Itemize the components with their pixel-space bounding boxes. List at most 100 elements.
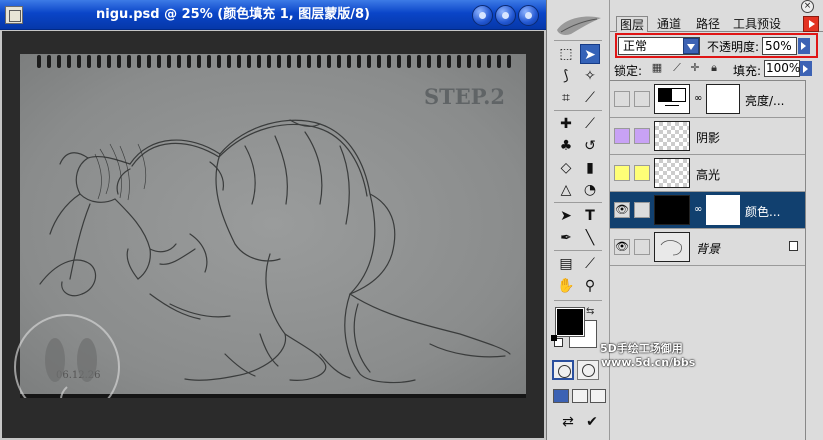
standard-mode-button[interactable] [552, 360, 574, 380]
magic-wand-tool-icon[interactable]: ✧ [580, 66, 600, 86]
layer-thumbnail [654, 158, 690, 188]
healing-brush-tool-icon[interactable]: ✚ [556, 114, 576, 134]
brush-tool-icon[interactable]: ⟋ [580, 114, 600, 134]
tab-paths[interactable]: 路径 [693, 16, 723, 32]
swap-colors-icon[interactable]: ⇆ [586, 306, 594, 317]
layer-mask-thumbnail[interactable] [706, 195, 740, 225]
lock-image-icon[interactable]: ⟋ [671, 62, 683, 74]
layer-name: 亮度/... [745, 94, 785, 108]
layer-link-toggle[interactable] [634, 91, 650, 107]
edit-in-imageready-icon[interactable]: ✔ [582, 412, 602, 432]
palette-menu-button[interactable] [803, 16, 819, 32]
move-tool-icon[interactable]: ➤ [580, 44, 600, 64]
layer-link-toggle[interactable] [634, 165, 650, 181]
minimize-button[interactable] [472, 5, 493, 26]
tab-channels[interactable]: 通道 [654, 16, 684, 32]
zoom-tool-icon[interactable]: ⚲ [580, 276, 600, 296]
layer-row-background[interactable]: 👁︎ 背景 [610, 229, 805, 266]
lock-icon [789, 241, 798, 251]
full-screen-mode-button[interactable] [590, 389, 606, 403]
crop-tool-icon[interactable]: ⌗ [556, 88, 576, 108]
lock-position-icon[interactable]: ✛ [689, 62, 701, 74]
layer-row-brightness[interactable]: ∞ 亮度/... [610, 81, 805, 118]
window-title: nigu.psd @ 25% (颜色填充 1, 图层蒙版/8) [96, 7, 370, 22]
layer-link-toggle[interactable] [634, 239, 650, 255]
mask-link-icon[interactable]: ∞ [694, 204, 702, 215]
toolbox-separator [554, 110, 602, 111]
palette-tabs: 图层 通道 路径 工具预设 [610, 13, 823, 32]
layer-name: 阴影 [696, 131, 721, 145]
fill-input[interactable]: 100% [764, 60, 800, 77]
layer-mask-thumbnail[interactable] [706, 84, 740, 114]
step-label: STEP.2 [424, 84, 506, 109]
quick-mask-mode-button[interactable] [577, 360, 599, 380]
toolbox-separator [554, 250, 602, 251]
mask-link-icon[interactable]: ∞ [694, 93, 702, 104]
lock-label: 锁定: [614, 64, 643, 78]
palette-top-bar[interactable] [610, 0, 823, 13]
layer-name: 颜色... [745, 205, 781, 219]
close-button[interactable] [518, 5, 539, 26]
document-window: nigu.psd @ 25% (颜色填充 1, 图层蒙版/8) STEP.2 0… [0, 0, 546, 440]
fill-slider-arrow[interactable] [800, 61, 812, 76]
layer-row-color-fill[interactable]: 👁︎ ∞ 颜色... [610, 192, 805, 229]
blur-tool-icon[interactable]: △ [556, 180, 576, 200]
layers-scrollbar[interactable] [805, 80, 823, 440]
layer-name: 高光 [696, 168, 721, 182]
opacity-slider-arrow[interactable] [798, 38, 810, 54]
tab-layers[interactable]: 图层 [616, 16, 649, 32]
layer-link-toggle[interactable] [634, 128, 650, 144]
layer-list: ∞ 亮度/... 阴影 高光 👁︎ ∞ 颜色... 👁︎ 背景 [610, 80, 805, 440]
history-brush-tool-icon[interactable]: ↺ [580, 136, 600, 156]
watermark-text: 5D手绘工场御用 [600, 342, 683, 355]
title-bar[interactable]: nigu.psd @ 25% (颜色填充 1, 图层蒙版/8) [0, 0, 546, 30]
eraser-tool-icon[interactable]: ◇ [556, 158, 576, 178]
background-thumbnail [654, 232, 690, 262]
photoshop-document-icon [5, 6, 23, 24]
fill-layer-thumbnail [654, 195, 690, 225]
notes-tool-icon[interactable]: ▤ [556, 254, 576, 274]
jump-to-imageready-icon[interactable]: ⇄ [558, 412, 578, 432]
layer-row-highlight[interactable]: 高光 [610, 155, 805, 192]
lock-all-icon[interactable]: 🔒︎ [708, 62, 720, 74]
eye-icon[interactable]: 👁︎ [614, 202, 630, 218]
full-screen-menu-mode-button[interactable] [572, 389, 588, 403]
blend-mode-dropdown-arrow[interactable] [683, 38, 699, 54]
maximize-button[interactable] [495, 5, 516, 26]
visibility-toggle[interactable] [614, 91, 630, 107]
lasso-tool-icon[interactable]: ⟆ [556, 66, 576, 86]
adjustment-layer-icon [654, 84, 690, 114]
layer-name: 背景 [696, 242, 721, 256]
foreground-color-swatch[interactable] [555, 307, 585, 337]
dodge-tool-icon[interactable]: ◔ [580, 180, 600, 200]
tab-tool-presets[interactable]: 工具预设 [730, 16, 784, 32]
eyedropper-tool-icon[interactable]: ⟋ [580, 254, 600, 274]
toolbox-separator [554, 202, 602, 203]
palette-close-button[interactable]: × [801, 0, 814, 13]
layer-thumbnail [654, 121, 690, 151]
slice-tool-icon[interactable]: ⟋ [580, 88, 600, 108]
eye-icon[interactable]: 👁︎ [614, 239, 630, 255]
watermark-url: www.5d.cn/bbs [601, 356, 696, 369]
visibility-toggle[interactable] [614, 128, 630, 144]
gradient-tool-icon[interactable]: ▮ [580, 158, 600, 178]
document-bottom-bar [2, 398, 544, 438]
layer-mask-active-icon[interactable] [634, 202, 650, 218]
lock-transparency-icon[interactable]: ▦ [651, 62, 663, 74]
visibility-toggle[interactable] [614, 165, 630, 181]
opacity-input[interactable]: 50% [762, 37, 797, 55]
hand-tool-icon[interactable]: ✋ [556, 276, 576, 296]
layer-row-shadow[interactable]: 阴影 [610, 118, 805, 155]
marquee-tool-icon[interactable]: ⬚ [556, 44, 576, 64]
toolbox-separator [554, 40, 602, 41]
path-selection-tool-icon[interactable]: ➤ [556, 206, 576, 226]
clone-stamp-tool-icon[interactable]: ♣ [556, 136, 576, 156]
type-tool-icon[interactable]: T [580, 206, 600, 226]
standard-screen-mode-button[interactable] [553, 389, 569, 403]
default-colors-icon[interactable] [551, 335, 563, 347]
toolbox-separator [554, 300, 602, 301]
fill-label: 填充: [733, 64, 762, 78]
feather-logo-icon[interactable] [551, 12, 605, 38]
pen-tool-icon[interactable]: ✒ [556, 228, 576, 248]
line-tool-icon[interactable]: ╲ [580, 228, 600, 248]
